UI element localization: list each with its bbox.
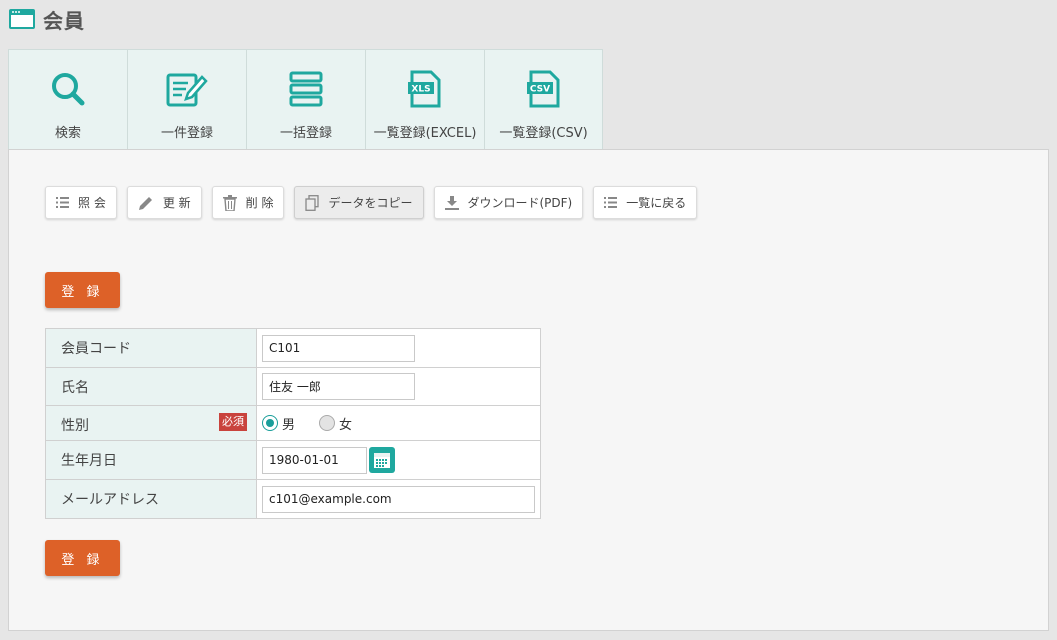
tab-bulk-register[interactable]: 一括登録 (246, 49, 365, 150)
page-title: 会員 (43, 8, 85, 33)
content-panel: 照 会 更 新 削 除 データをコピー ダウンロード(PDF) 一覧に戻る 登 … (8, 149, 1049, 631)
calendar-button[interactable] (369, 447, 395, 473)
copy-data-button-label: データをコピー (328, 196, 413, 210)
gender-radio-group: 男 女 (262, 414, 540, 433)
tab-single-register[interactable]: 一件登録 (127, 49, 246, 150)
register-button-bottom[interactable]: 登 録 (45, 540, 120, 576)
window-icon (9, 9, 35, 29)
required-badge: 必須 (219, 413, 247, 431)
delete-button-label: 削 除 (245, 196, 274, 210)
xls-file-icon: XLS (408, 70, 441, 108)
csv-badge-text: CSV (529, 85, 549, 95)
member-form: 会員コード 氏名 性別 必須 男 (45, 328, 541, 519)
function-tabs: 検索 一件登録 一括登録 XLS 一覧登録(EXCEL) CSV 一覧登録(CS… (8, 49, 603, 150)
delete-button[interactable]: 削 除 (211, 186, 285, 219)
radio-male[interactable] (262, 415, 278, 431)
calendar-icon (374, 452, 390, 468)
name-label: 氏名 (45, 367, 257, 406)
download-pdf-button[interactable]: ダウンロード(PDF) (433, 186, 584, 219)
form-row-name: 氏名 (45, 367, 541, 406)
page-header: 会員 (9, 6, 85, 33)
update-button-label: 更 新 (162, 196, 191, 210)
pencil-icon (138, 196, 152, 210)
back-to-list-button-label: 一覧に戻る (626, 196, 687, 210)
xls-badge-text: XLS (411, 85, 430, 95)
download-icon (444, 195, 459, 210)
list-stack-icon (289, 71, 323, 107)
tab-label: 一覧登録(EXCEL) (373, 126, 477, 141)
copy-icon (305, 194, 320, 211)
radio-female[interactable] (319, 415, 336, 431)
action-toolbar: 照 会 更 新 削 除 データをコピー ダウンロード(PDF) 一覧に戻る (45, 186, 707, 219)
birthdate-input[interactable] (262, 446, 367, 474)
edit-form-icon (166, 73, 208, 107)
tab-csv-register[interactable]: CSV 一覧登録(CSV) (484, 49, 603, 150)
gender-option-female[interactable]: 女 (319, 414, 352, 433)
back-to-list-button[interactable]: 一覧に戻る (593, 186, 698, 219)
view-button[interactable]: 照 会 (45, 186, 117, 219)
tab-label: 検索 (54, 126, 81, 141)
list-icon (604, 197, 618, 208)
update-button[interactable]: 更 新 (126, 186, 202, 219)
copy-data-button[interactable]: データをコピー (294, 186, 424, 219)
form-row-birth: 生年月日 (45, 440, 541, 480)
search-icon (52, 73, 85, 106)
form-row-gender: 性別 必須 男 女 (45, 405, 541, 441)
view-button-label: 照 会 (78, 196, 106, 210)
name-input[interactable] (262, 373, 415, 400)
gender-label: 性別 (61, 418, 89, 434)
tab-label: 一件登録 (160, 126, 213, 141)
list-icon (56, 197, 69, 208)
gender-option-male[interactable]: 男 (262, 414, 295, 433)
gender-option-label: 女 (339, 417, 353, 433)
register-button-top[interactable]: 登 録 (45, 272, 120, 308)
email-label: メールアドレス (45, 479, 257, 519)
email-input[interactable] (262, 485, 535, 513)
csv-file-icon: CSV (526, 70, 559, 108)
birthdate-label: 生年月日 (45, 440, 257, 480)
gender-option-label: 男 (282, 417, 296, 433)
tab-excel-register[interactable]: XLS 一覧登録(EXCEL) (365, 49, 484, 150)
form-row-code: 会員コード (45, 328, 541, 368)
tab-search[interactable]: 検索 (8, 49, 127, 150)
gender-label-cell: 性別 必須 (45, 405, 257, 441)
tab-label: 一括登録 (279, 126, 332, 141)
trash-icon (222, 194, 237, 211)
member-code-label: 会員コード (45, 328, 257, 368)
download-pdf-button-label: ダウンロード(PDF) (467, 196, 573, 210)
tab-label: 一覧登録(CSV) (499, 126, 588, 141)
form-row-email: メールアドレス (45, 479, 541, 519)
member-code-input[interactable] (262, 334, 415, 362)
